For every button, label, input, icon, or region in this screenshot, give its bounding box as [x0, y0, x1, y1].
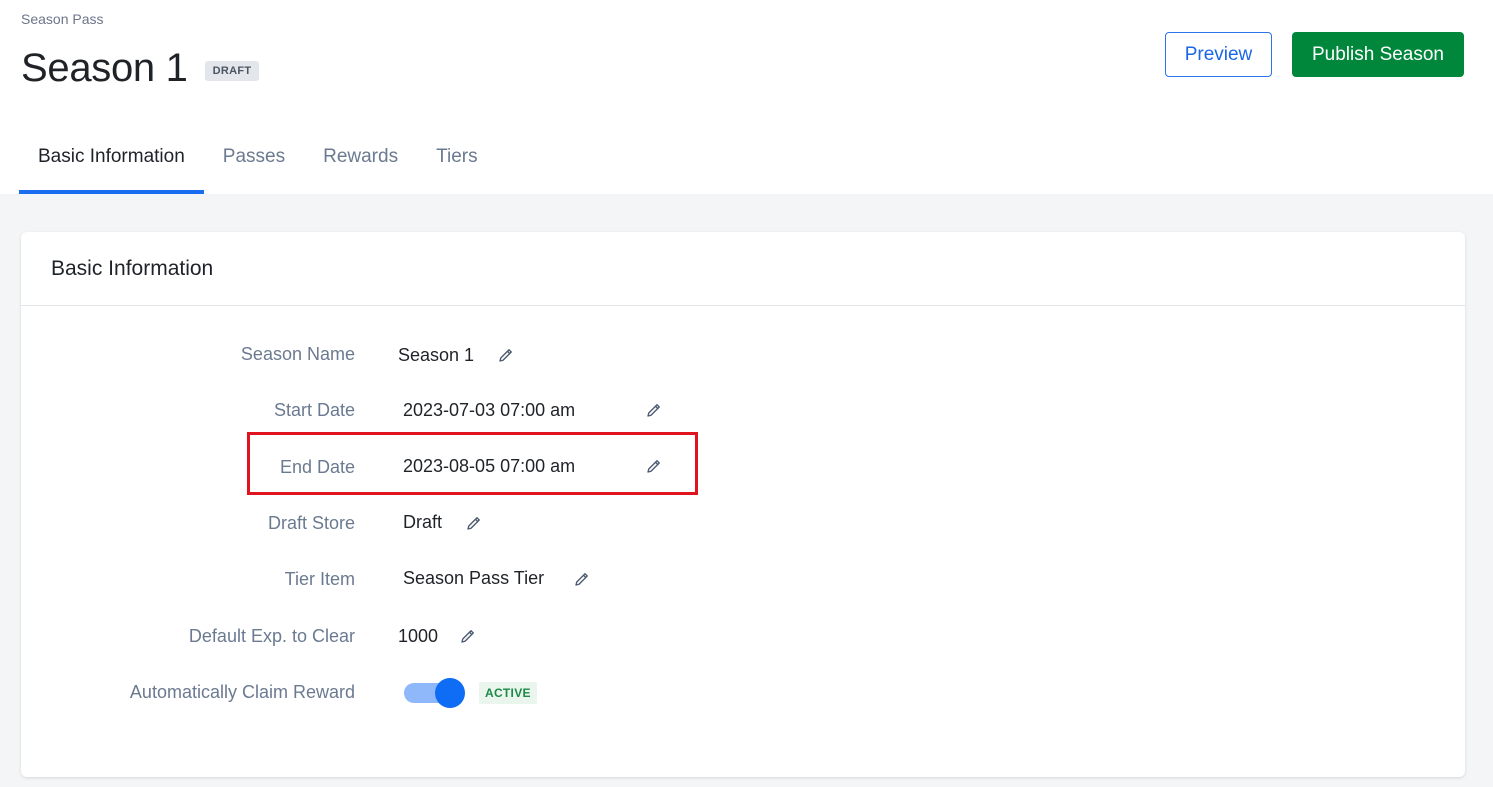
- card-title: Basic Information: [51, 256, 214, 280]
- status-badge: DRAFT: [204, 60, 260, 81]
- tier-item-value: Season Pass Tier: [403, 568, 545, 588]
- start-date-label: Start Date: [273, 400, 355, 420]
- tab-passes[interactable]: Passes: [204, 132, 304, 194]
- preview-button[interactable]: Preview: [1165, 32, 1272, 77]
- breadcrumb[interactable]: Season Pass: [21, 11, 104, 27]
- auto-claim-label: Automatically Claim Reward: [129, 682, 355, 702]
- publish-season-button[interactable]: Publish Season: [1292, 32, 1464, 77]
- tab-rewards[interactable]: Rewards: [304, 132, 417, 194]
- default-exp-value: 1000: [398, 626, 439, 646]
- default-exp-edit-pencil-icon[interactable]: [459, 627, 477, 645]
- season-name-edit-pencil-icon[interactable]: [497, 346, 515, 364]
- end-date-value: 2023-08-05 07:00 am: [403, 456, 576, 476]
- tab-bar: Basic Information Passes Rewards Tiers: [19, 132, 497, 194]
- title-row: Season 1 DRAFT: [21, 46, 260, 91]
- auto-claim-toggle[interactable]: [404, 678, 466, 708]
- page-header: Season Pass Season 1 DRAFT Preview Publi…: [0, 0, 1493, 194]
- start-date-value: 2023-07-03 07:00 am: [403, 400, 576, 420]
- draft-store-value: Draft: [403, 512, 443, 532]
- draft-store-label: Draft Store: [267, 513, 355, 533]
- tier-item-label: Tier Item: [284, 569, 355, 589]
- page-title: Season 1: [21, 46, 188, 90]
- end-date-label: End Date: [279, 457, 355, 477]
- tab-basic-information[interactable]: Basic Information: [19, 132, 204, 194]
- draft-store-edit-pencil-icon[interactable]: [465, 514, 483, 532]
- season-name-label: Season Name: [240, 344, 355, 364]
- card-header: Basic Information: [21, 232, 1465, 306]
- tier-item-edit-pencil-icon[interactable]: [573, 570, 591, 588]
- active-status-badge: ACTIVE: [479, 682, 537, 704]
- basic-information-card: Basic Information Season Name Season 1 S…: [21, 232, 1465, 777]
- tab-tiers[interactable]: Tiers: [417, 132, 497, 194]
- start-date-edit-pencil-icon[interactable]: [645, 401, 663, 419]
- end-date-edit-pencil-icon[interactable]: [645, 457, 663, 475]
- toggle-knob: [435, 678, 465, 708]
- default-exp-label: Default Exp. to Clear: [188, 626, 355, 646]
- season-name-value: Season 1: [398, 345, 475, 365]
